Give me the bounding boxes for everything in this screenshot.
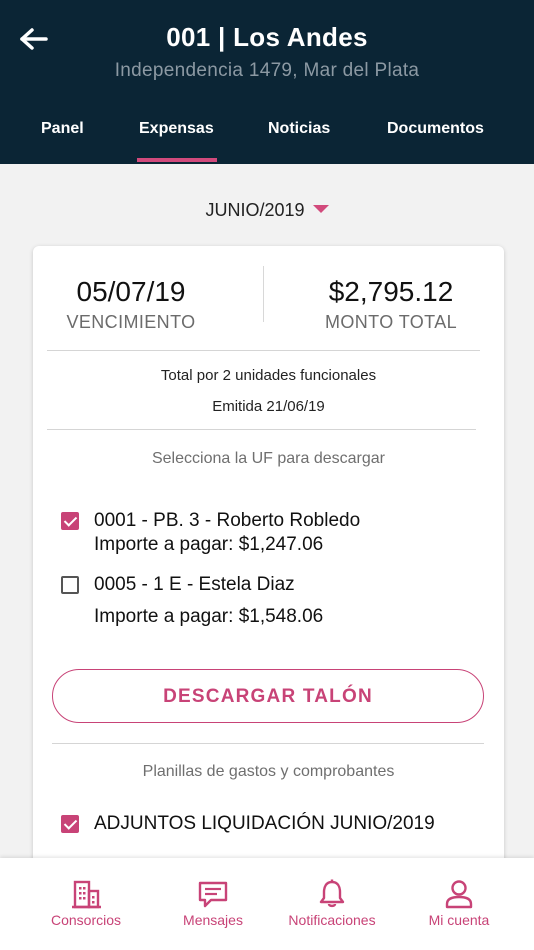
units-count-text: Total por 2 unidades funcionales <box>160 367 377 384</box>
tab-documentos[interactable]: Documentos <box>387 120 484 138</box>
expense-card: 05/07/19 VENCIMIENTO $2,795.12 MONTO TOT… <box>33 246 504 886</box>
uf-checkbox-0001[interactable] <box>61 512 79 530</box>
active-tab-indicator <box>137 158 217 162</box>
tab-noticias[interactable]: Noticias <box>268 120 330 138</box>
building-icon <box>72 880 101 909</box>
uf-amount: Importe a pagar: $1,247.06 <box>94 534 324 555</box>
uf-amount: Importe a pagar: $1,548.06 <box>94 606 324 627</box>
due-date-label: VENCIMIENTO <box>66 312 196 332</box>
page-title: 001 | Los Andes <box>166 22 368 52</box>
divider <box>47 429 476 430</box>
uf-section-heading: Selecciona la UF para descargar <box>151 450 385 467</box>
caret-down-icon <box>312 205 329 214</box>
uf-name: 0001 - PB. 3 - Roberto Robledo <box>94 510 361 531</box>
address-subtitle: Independencia 1479, Mar del Plata <box>114 60 420 81</box>
summary-divider <box>263 266 264 322</box>
nav-label: Mi cuenta <box>428 912 490 928</box>
attachment-label: ADJUNTOS LIQUIDACIÓN JUNIO/2019 <box>94 813 435 834</box>
tab-panel[interactable]: Panel <box>41 120 84 138</box>
nav-mensajes[interactable]: Mensajes <box>172 858 254 950</box>
due-date: 05/07/19 <box>76 276 186 307</box>
bell-icon <box>319 879 345 908</box>
tab-expensas[interactable]: Expensas <box>139 120 214 138</box>
uf-checkbox-0005[interactable] <box>61 576 79 594</box>
download-talon-button[interactable]: DESCARGAR TALÓN <box>52 669 484 723</box>
nav-label: Mensajes <box>183 912 243 928</box>
tab-bar: Panel Expensas Noticias Documentos <box>0 108 534 164</box>
user-icon <box>445 880 473 909</box>
total-amount: $2,795.12 <box>328 276 454 307</box>
divider <box>52 743 484 744</box>
message-icon <box>198 881 228 908</box>
uf-name: 0005 - 1 E - Estela Diaz <box>94 574 295 595</box>
nav-label: Notificaciones <box>288 912 376 928</box>
bottom-navigation: Consorcios Mensajes Notificaciones Mi cu… <box>0 858 534 950</box>
nav-label: Consorcios <box>50 912 122 928</box>
attachment-checkbox[interactable] <box>61 815 79 833</box>
issued-date-text: Emitida 21/06/19 <box>212 398 325 415</box>
attachments-heading: Planillas de gastos y comprobantes <box>142 763 395 780</box>
total-amount-label: MONTO TOTAL <box>324 312 458 332</box>
month-selector-value: JUNIO/2019 <box>205 200 305 220</box>
nav-consorcios[interactable]: Consorcios <box>30 858 142 950</box>
divider <box>47 350 480 351</box>
nav-mi-cuenta[interactable]: Mi cuenta <box>414 858 504 950</box>
month-selector[interactable]: JUNIO/2019 <box>0 200 534 221</box>
nav-notificaciones[interactable]: Notificaciones <box>282 858 382 950</box>
app-header: 001 | Los Andes Independencia 1479, Mar … <box>0 0 534 164</box>
